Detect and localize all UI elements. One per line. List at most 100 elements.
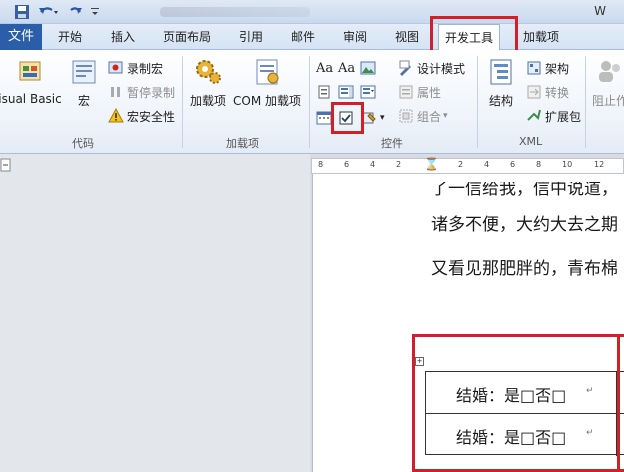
com-addins-button[interactable]: COM 加载项 bbox=[230, 56, 304, 109]
properties-icon bbox=[398, 84, 414, 100]
tab-addins[interactable]: 加载项 bbox=[523, 24, 559, 50]
chevron-down-icon: ▾ bbox=[443, 111, 448, 121]
ribbon-tabs: 文件 开始 插入 页面布局 引用 邮件 审阅 视图 开发工具 加载项 bbox=[0, 24, 624, 51]
schema-icon bbox=[526, 60, 542, 76]
visual-basic-icon bbox=[14, 56, 46, 88]
record-macro-button[interactable]: 录制宏 bbox=[108, 58, 163, 78]
group-divider bbox=[182, 56, 183, 148]
document-line-3: 又看见那肥胖的，青布棉 bbox=[431, 259, 618, 279]
tab-view[interactable]: 视图 bbox=[395, 24, 419, 50]
ribbon: isual Basic 宏 录制宏 暂停录制 宏安全性 代码 加载项 COM 加… bbox=[0, 50, 624, 154]
ruler-tick: 6 bbox=[344, 160, 350, 169]
tab-page-layout[interactable]: 页面布局 bbox=[163, 24, 211, 50]
people-icon bbox=[594, 56, 624, 88]
drop-down-list-control-button[interactable] bbox=[360, 82, 379, 102]
xml-group-label: XML bbox=[519, 135, 543, 148]
title-bar: W bbox=[0, 0, 624, 24]
left-gray-area bbox=[0, 154, 310, 472]
macros-label: 宏 bbox=[77, 94, 90, 108]
design-mode-button[interactable]: 设计模式 bbox=[398, 58, 465, 78]
tab-file[interactable]: 文件 bbox=[0, 24, 42, 50]
drop-down-list-icon bbox=[360, 84, 376, 100]
addins-group-label: 加载项 bbox=[226, 137, 259, 150]
group-divider bbox=[585, 56, 586, 148]
record-macro-label: 录制宏 bbox=[127, 61, 164, 76]
group-label: 组合 bbox=[417, 109, 442, 124]
controls-group-label: 控件 bbox=[381, 137, 403, 150]
ruler-tick: 8 bbox=[318, 160, 324, 169]
tab-home[interactable]: 开始 bbox=[58, 24, 82, 50]
properties-label: 属性 bbox=[417, 85, 442, 100]
com-addins-label: COM 加载项 bbox=[233, 94, 301, 108]
rich-text-control-button[interactable]: Aa bbox=[316, 58, 333, 78]
customize-qat-icon[interactable] bbox=[90, 4, 100, 20]
ruler-tick: 6 bbox=[510, 160, 516, 169]
pause-recording-label: 暂停录制 bbox=[127, 85, 176, 100]
indent-marker-icon[interactable]: ⌛ bbox=[424, 157, 439, 171]
highlight-form-table-right bbox=[617, 334, 620, 472]
highlight-checkbox-control bbox=[331, 102, 364, 134]
document-line-1: 了一信给我，信中说道， bbox=[431, 179, 618, 199]
transform-label: 转换 bbox=[545, 85, 570, 100]
document-line-2: 诸多不便，大约大去之期 bbox=[431, 215, 618, 235]
macros-button[interactable]: 宏 bbox=[68, 56, 100, 109]
schema-label: 架构 bbox=[545, 61, 570, 76]
picture-icon bbox=[360, 60, 376, 76]
ruler-corner-icon[interactable] bbox=[0, 155, 12, 175]
macros-icon bbox=[68, 56, 100, 88]
picture-control-button[interactable] bbox=[360, 58, 379, 78]
calendar-icon bbox=[316, 110, 332, 126]
com-addins-icon bbox=[251, 56, 283, 88]
group-divider bbox=[309, 56, 310, 148]
block-authors-label: 阻止作 bbox=[591, 94, 624, 108]
ruler-tick: 4 bbox=[484, 160, 490, 169]
structure-button[interactable]: 结构 bbox=[483, 56, 519, 109]
warning-icon bbox=[108, 107, 124, 124]
tab-review[interactable]: 审阅 bbox=[343, 24, 367, 50]
visual-basic-button[interactable]: isual Basic bbox=[0, 56, 62, 106]
combo-box-control-button[interactable] bbox=[338, 82, 357, 102]
tab-insert[interactable]: 插入 bbox=[111, 24, 135, 50]
ruler-tick: 10 bbox=[562, 160, 573, 169]
transform-button[interactable]: 转换 bbox=[526, 82, 569, 102]
record-macro-icon bbox=[108, 60, 124, 76]
chevron-down-icon: ▾ bbox=[380, 113, 385, 123]
ruler-tick: 8 bbox=[536, 160, 542, 169]
group-divider bbox=[477, 56, 478, 148]
ruler-tick: 2 bbox=[458, 160, 464, 169]
plain-text-content-control-icon: Aa bbox=[338, 60, 356, 76]
design-mode-label: 设计模式 bbox=[417, 61, 466, 76]
expansion-pack-icon bbox=[526, 108, 542, 124]
rich-text-content-control-icon: Aa bbox=[316, 60, 334, 76]
schema-button[interactable]: 架构 bbox=[526, 58, 569, 78]
design-mode-icon bbox=[398, 60, 414, 76]
plain-text-control-button[interactable]: Aa bbox=[338, 58, 355, 78]
ruler-tick: 12 bbox=[594, 160, 605, 169]
highlight-form-table bbox=[412, 334, 624, 472]
tab-mailings[interactable]: 邮件 bbox=[291, 24, 315, 50]
legacy-tools-button[interactable]: ▾ bbox=[361, 108, 385, 128]
undo-icon[interactable] bbox=[38, 4, 60, 20]
group-icon bbox=[398, 108, 414, 124]
combo-box-icon bbox=[338, 84, 354, 100]
addins-label: 加载项 bbox=[189, 94, 226, 108]
save-icon[interactable] bbox=[14, 4, 30, 20]
gear-icon bbox=[192, 56, 224, 88]
properties-button[interactable]: 属性 bbox=[398, 82, 441, 102]
group-button[interactable]: 组合 ▾ bbox=[398, 106, 448, 126]
block-authors-button[interactable]: 阻止作 bbox=[590, 56, 624, 109]
transform-icon bbox=[526, 84, 542, 100]
building-block-icon bbox=[316, 84, 332, 100]
macro-security-button[interactable]: 宏安全性 bbox=[108, 106, 175, 126]
expansion-pack-button[interactable]: 扩展包 bbox=[526, 106, 581, 126]
addins-button[interactable]: 加载项 bbox=[186, 56, 230, 109]
macro-security-label: 宏安全性 bbox=[127, 109, 176, 124]
tab-references[interactable]: 引用 bbox=[239, 24, 263, 50]
visual-basic-label: isual Basic bbox=[0, 92, 62, 106]
pause-recording-button[interactable]: 暂停录制 bbox=[108, 82, 175, 102]
redo-icon[interactable] bbox=[68, 4, 84, 20]
horizontal-ruler[interactable]: 8 6 4 2 ⌛ 2 4 6 8 10 12 bbox=[311, 157, 624, 174]
code-group-label: 代码 bbox=[72, 137, 94, 150]
building-block-control-button[interactable] bbox=[316, 82, 335, 102]
title-trailing-text: W bbox=[594, 4, 606, 18]
